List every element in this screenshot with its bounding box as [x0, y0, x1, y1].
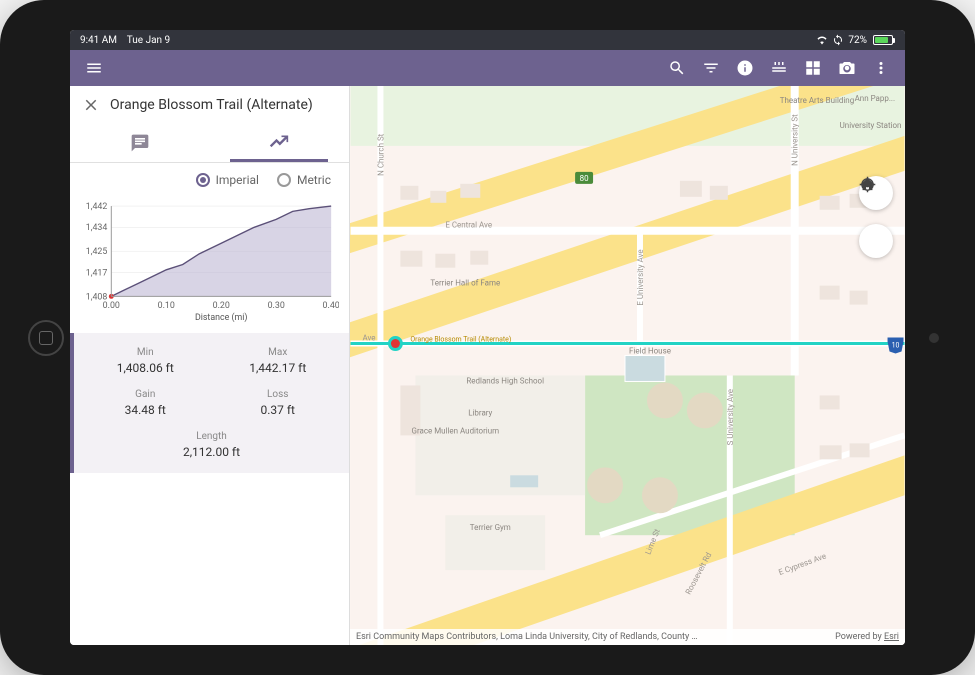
grid-icon — [804, 59, 822, 77]
side-panel: Orange Blossom Trail (Alternate) Imperia… — [70, 86, 350, 645]
svg-text:E Central Ave: E Central Ave — [445, 221, 492, 230]
svg-text:Terrier Hall of Fame: Terrier Hall of Fame — [430, 279, 500, 288]
attribution-text: Esri Community Maps Contributors, Loma L… — [356, 632, 698, 642]
svg-text:1,425: 1,425 — [86, 247, 108, 257]
svg-text:Distance (mi): Distance (mi) — [195, 312, 248, 323]
content: Orange Blossom Trail (Alternate) Imperia… — [70, 86, 905, 645]
home-button[interactable] — [28, 320, 64, 356]
powered-by: Powered by Esri — [835, 632, 899, 642]
stats-block: Min1,408.06 ft Max1,442.17 ft Gain34.48 … — [70, 333, 349, 473]
ruler-icon — [770, 59, 788, 77]
radio-imperial[interactable]: Imperial — [196, 173, 259, 187]
chart-line-icon — [269, 133, 289, 153]
elevation-chart-svg: 1,4081,4171,4251,4341,4420.000.100.200.3… — [74, 197, 339, 327]
status-right: 72% — [816, 34, 895, 46]
camera-button[interactable] — [831, 52, 863, 84]
radio-metric-label: Metric — [297, 173, 331, 187]
stat-loss: Loss0.37 ft — [217, 389, 340, 417]
battery-pct: 72% — [848, 35, 867, 46]
svg-text:Orange Blossom Trail (Alternat: Orange Blossom Trail (Alternate) — [410, 336, 511, 344]
svg-text:Ave: Ave — [362, 334, 375, 343]
hamburger-icon — [85, 59, 103, 77]
status-time: 9:41 AM — [80, 35, 117, 46]
search-button[interactable] — [661, 52, 693, 84]
svg-text:University Station: University Station — [840, 121, 902, 130]
dots-vertical-icon — [872, 59, 890, 77]
svg-text:0.40: 0.40 — [323, 301, 339, 311]
tab-profile[interactable] — [210, 124, 350, 162]
svg-text:Field House: Field House — [629, 347, 671, 356]
status-left: 9:41 AM Tue Jan 9 — [80, 35, 170, 46]
svg-text:N University St: N University St — [791, 114, 800, 166]
grid-button[interactable] — [797, 52, 829, 84]
app-bar — [70, 50, 905, 86]
close-icon — [82, 96, 100, 114]
screen: 9:41 AM Tue Jan 9 72% — [70, 30, 905, 645]
radio-imperial-label: Imperial — [216, 173, 259, 187]
chat-icon — [130, 133, 150, 153]
map-controls — [859, 176, 893, 258]
radio-dot-icon — [196, 173, 210, 187]
map-view[interactable]: 80 10 N Church St E Central Ave N Univer… — [350, 86, 905, 645]
panel-title: Orange Blossom Trail (Alternate) — [110, 97, 313, 113]
overflow-button[interactable] — [865, 52, 897, 84]
interstate-shield: 10 — [892, 342, 900, 350]
search-icon — [668, 59, 686, 77]
locate-button[interactable] — [859, 224, 893, 258]
stat-max: Max1,442.17 ft — [217, 347, 340, 375]
measure-button[interactable] — [763, 52, 795, 84]
svg-text:S University Ave: S University Ave — [726, 389, 735, 445]
rotate-lock-icon — [832, 34, 844, 46]
info-icon — [736, 59, 754, 77]
status-bar: 9:41 AM Tue Jan 9 72% — [70, 30, 905, 50]
stat-length: Length2,112.00 ft — [84, 431, 339, 459]
tablet-frame: 9:41 AM Tue Jan 9 72% — [0, 0, 975, 675]
svg-text:Grace Mullen Auditorium: Grace Mullen Auditorium — [412, 426, 500, 435]
camera-icon — [838, 59, 856, 77]
tab-comments[interactable] — [70, 124, 210, 162]
radio-dot-icon — [277, 173, 291, 187]
battery-icon — [871, 35, 895, 45]
stat-gain: Gain34.48 ft — [84, 389, 207, 417]
hwy-shield: 80 — [580, 174, 589, 183]
svg-text:Redlands High School: Redlands High School — [466, 376, 544, 385]
filter-icon — [702, 59, 720, 77]
esri-link[interactable]: Esri — [884, 632, 899, 642]
svg-text:Terrier Gym: Terrier Gym — [470, 523, 511, 532]
info-button[interactable] — [729, 52, 761, 84]
svg-text:0.30: 0.30 — [268, 301, 285, 311]
svg-text:1,417: 1,417 — [86, 268, 108, 278]
elevation-chart[interactable]: 1,4081,4171,4251,4341,4420.000.100.200.3… — [70, 193, 349, 333]
svg-text:Ann Papp...: Ann Papp... — [855, 94, 896, 103]
svg-text:1,442: 1,442 — [86, 202, 108, 212]
crosshair-icon — [859, 176, 876, 193]
wifi-icon — [816, 34, 828, 46]
units-row: Imperial Metric — [70, 163, 349, 193]
svg-text:0.20: 0.20 — [213, 301, 230, 311]
front-camera — [929, 333, 939, 343]
panel-header: Orange Blossom Trail (Alternate) — [70, 86, 349, 124]
svg-text:E University Ave: E University Ave — [636, 249, 645, 305]
radio-metric[interactable]: Metric — [277, 173, 331, 187]
svg-text:1,434: 1,434 — [86, 223, 108, 233]
close-panel-button[interactable] — [82, 96, 100, 114]
svg-text:Library: Library — [468, 408, 492, 417]
stat-min: Min1,408.06 ft — [84, 347, 207, 375]
status-date: Tue Jan 9 — [127, 35, 170, 46]
map-svg: 80 10 N Church St E Central Ave N Univer… — [350, 86, 905, 645]
svg-text:0.00: 0.00 — [103, 301, 120, 311]
svg-text:Theatre Arts Building: Theatre Arts Building — [780, 96, 854, 105]
map-attribution: Esri Community Maps Contributors, Loma L… — [350, 629, 905, 645]
menu-button[interactable] — [78, 52, 110, 84]
svg-text:0.10: 0.10 — [158, 301, 175, 311]
filter-button[interactable] — [695, 52, 727, 84]
svg-text:N Church St: N Church St — [376, 133, 385, 176]
panel-tabs — [70, 124, 349, 163]
